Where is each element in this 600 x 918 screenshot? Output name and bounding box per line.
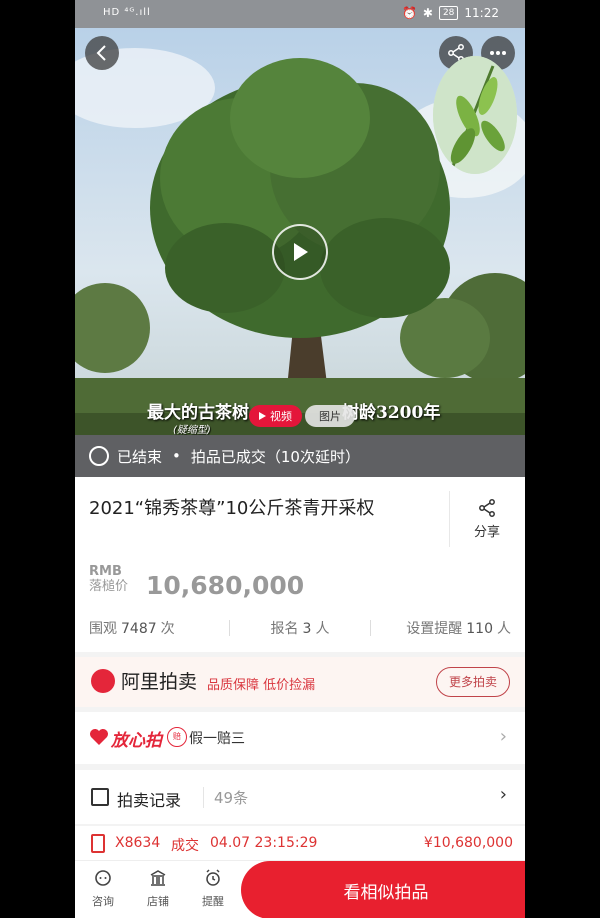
separator-dot: •: [172, 447, 181, 465]
stat-label: 设置提醒: [406, 621, 463, 637]
compensation-badge: 赔: [167, 727, 187, 747]
play-small-icon: [259, 412, 266, 420]
alarm-icon: [206, 869, 220, 886]
tea-leaf-image: [433, 56, 517, 174]
battery-indicator: 28: [438, 6, 459, 20]
status-bar: HD ⁴ᴳ.ıll ⏰ ✱ 28 11:22: [75, 0, 525, 28]
guarantee-row[interactable]: 放心拍 赔 假一赔三 ›: [75, 712, 525, 764]
caption-sub: (疑缩型): [173, 425, 211, 435]
store-icon: [150, 870, 166, 886]
phone-screen: HD ⁴ᴳ.ıll ⏰ ✱ 28 11:22 最大的古茶树 (疑缩型) 树龄32…: [75, 0, 525, 918]
divider: [449, 491, 450, 547]
ali-auction-banner[interactable]: 阿里拍卖 品质保障 低价捡漏 更多拍卖: [75, 657, 525, 707]
share-label: 分享: [473, 525, 500, 540]
price-type-label: 落槌价: [89, 579, 129, 594]
nav-reminder[interactable]: 提醒: [193, 869, 233, 909]
item-title: 2021“锦秀茶尊”10公斤茶青开采权: [89, 498, 375, 519]
bluetooth-icon: ✱: [422, 6, 433, 20]
stat-value: 7487: [121, 621, 157, 637]
stat-label: 报名: [270, 621, 299, 637]
record-icon: [91, 788, 109, 806]
back-button[interactable]: [85, 36, 119, 70]
guarantee-text: 假一赔三: [189, 731, 245, 747]
auction-records-row[interactable]: 拍卖记录 49条 ›: [75, 770, 525, 824]
chevron-left-icon: [96, 45, 106, 61]
nav-label: 咨询: [92, 895, 114, 908]
records-count: 49条: [203, 787, 248, 808]
heart-icon: [90, 729, 108, 745]
stat-label: 围观: [89, 621, 117, 637]
share-side-button[interactable]: 分享: [467, 499, 507, 540]
chat-icon: [95, 870, 111, 886]
stat-signups: 报名 3 人: [230, 618, 370, 638]
item-info-card: 2021“锦秀茶尊”10公斤茶青开采权 分享 RMB 落槌价 10,680,00…: [75, 477, 525, 652]
stat-unit: 人: [497, 621, 511, 637]
stat-unit: 次: [160, 621, 175, 637]
chevron-right-icon: ›: [499, 726, 507, 747]
stat-reminders: 设置提醒 110 人: [371, 618, 525, 638]
status-result: 拍品已成交（10次延时）: [190, 447, 360, 466]
stat-value: 3: [302, 621, 312, 637]
stat-views: 围观 7487 次: [75, 618, 229, 638]
nav-label: 店铺: [147, 895, 169, 908]
alarm-status-icon: ⏰: [401, 6, 417, 20]
clock: 11:22: [464, 6, 499, 20]
hammer-price: 10,680,000: [146, 571, 305, 600]
stat-unit: 人: [315, 621, 330, 637]
play-video-button[interactable]: [272, 224, 328, 280]
video-tab[interactable]: 视频: [249, 405, 302, 427]
play-icon: [294, 243, 308, 261]
nav-store[interactable]: 店铺: [138, 869, 178, 909]
guarantee-brand: 放心拍: [111, 731, 162, 751]
auction-status-bar: 已结束 • 拍品已成交（10次延时）: [75, 435, 525, 477]
tea-leaf-inset: [433, 56, 517, 174]
nav-consult[interactable]: 咨询: [83, 869, 123, 909]
share-icon: [479, 499, 495, 517]
photo-tab-label: 图片: [319, 410, 341, 423]
currency-label: RMB: [89, 564, 122, 579]
more-auctions-button[interactable]: 更多拍卖: [436, 667, 510, 697]
price-block: RMB 落槌价 10,680,000: [89, 564, 304, 601]
ali-tagline: 品质保障 低价捡漏: [207, 678, 316, 693]
clock-icon: [89, 446, 109, 466]
caption-right: 树龄3200年: [342, 403, 441, 423]
bid-status: 成交: [171, 838, 199, 854]
status-ended: 已结束: [117, 447, 163, 466]
ali-logo-icon: [91, 668, 115, 693]
photo-tab[interactable]: 图片: [305, 405, 355, 427]
stats-row: 围观 7487 次 报名 3 人 设置提醒 110 人: [75, 618, 525, 638]
bid-time: 04.07 23:15:29: [210, 835, 318, 851]
ali-name: 阿里拍卖: [121, 671, 198, 693]
signal-indicator: HD ⁴ᴳ.ıll: [103, 7, 151, 18]
video-tab-label: 视频: [270, 410, 292, 423]
latest-bid-row: X8634 成交 04.07 23:15:29 ¥10,680,000: [75, 826, 525, 862]
bidder-id: X8634: [115, 835, 161, 851]
chevron-right-icon: ›: [499, 784, 507, 805]
more-icon: [490, 51, 506, 55]
ali-auction-logo: 阿里拍卖: [91, 667, 197, 694]
see-similar-button[interactable]: 看相似拍品: [241, 861, 525, 918]
caption-left: 最大的古茶树: [147, 403, 249, 423]
hero-media[interactable]: 最大的古茶树 (疑缩型) 树龄3200年 视频 图片: [75, 28, 525, 435]
records-title: 拍卖记录: [117, 791, 182, 810]
stat-value: 110: [466, 621, 493, 637]
bottom-action-bar: 咨询 店铺 提醒 看相似拍品: [75, 860, 525, 918]
bid-amount: ¥10,680,000: [423, 835, 513, 851]
nav-label: 提醒: [202, 895, 224, 908]
mobile-icon: [91, 834, 105, 853]
